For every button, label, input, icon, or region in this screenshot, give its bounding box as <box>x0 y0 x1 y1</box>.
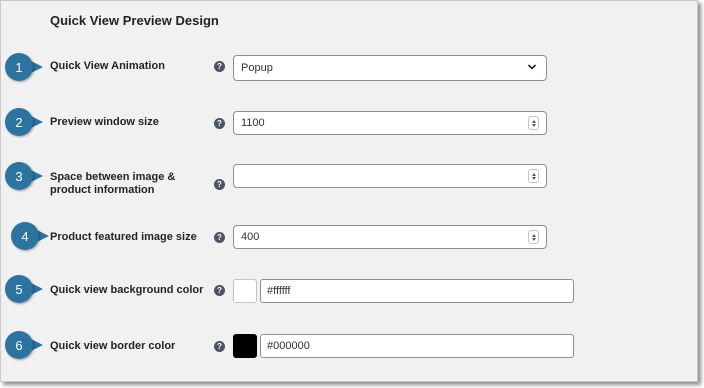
row-space-between: 3 Space between image & product informat… <box>1 162 699 200</box>
field-label: Product featured image size <box>50 231 197 243</box>
animation-select[interactable]: Popup <box>233 55 547 81</box>
step-number: 5 <box>5 275 33 303</box>
help-icon[interactable]: ? <box>214 179 225 190</box>
step-number: 4 <box>11 222 39 250</box>
spinner-down-icon <box>531 237 536 241</box>
field-label: Quick view border color <box>50 340 176 352</box>
help-icon[interactable]: ? <box>214 118 225 129</box>
background-color-input[interactable]: #ffffff <box>260 279 574 303</box>
help-icon[interactable]: ? <box>214 61 225 72</box>
row-background-color: 5 Quick view background color ? #ffffff <box>1 275 699 305</box>
step-badge-6: 6 <box>5 331 51 359</box>
step-badge-5: 5 <box>5 275 51 303</box>
step-number: 2 <box>5 108 33 136</box>
step-badge-1: 1 <box>5 53 51 81</box>
spinner-up-icon <box>531 172 536 176</box>
number-spinner[interactable] <box>528 169 539 183</box>
border-color-swatch[interactable] <box>233 334 257 358</box>
field-label: Preview window size <box>50 116 159 128</box>
field-label: Space between image & product informatio… <box>50 171 176 196</box>
border-color-input[interactable]: #000000 <box>260 334 574 358</box>
step-number: 1 <box>5 53 33 81</box>
spinner-up-icon <box>531 119 536 123</box>
background-color-swatch[interactable] <box>233 279 257 303</box>
help-icon[interactable]: ? <box>214 232 225 243</box>
chevron-down-icon <box>527 64 537 70</box>
help-icon[interactable]: ? <box>214 285 225 296</box>
row-preview-window-size: 2 Preview window size ? 1100 <box>1 108 699 136</box>
spinner-down-icon <box>531 176 536 180</box>
step-badge-3: 3 <box>5 162 51 190</box>
step-badge-2: 2 <box>5 108 51 136</box>
number-spinner[interactable] <box>528 116 539 130</box>
input-value: #ffffff <box>267 285 291 297</box>
input-value: 1100 <box>241 117 265 129</box>
featured-image-size-input[interactable]: 400 <box>233 225 547 249</box>
preview-window-size-input[interactable]: 1100 <box>233 111 547 135</box>
step-number: 3 <box>5 162 33 190</box>
section-title: Quick View Preview Design <box>50 13 219 28</box>
field-label: Quick view background color <box>50 284 204 296</box>
row-quick-view-animation: 1 Quick View Animation ? Popup <box>1 53 699 81</box>
help-icon[interactable]: ? <box>214 341 225 352</box>
row-border-color: 6 Quick view border color ? #000000 <box>1 331 699 361</box>
row-featured-image-size: 4 Product featured image size ? 400 <box>1 222 699 250</box>
spinner-up-icon <box>531 233 536 237</box>
input-value: #000000 <box>267 340 310 352</box>
input-value: 400 <box>241 231 260 243</box>
number-spinner[interactable] <box>528 230 539 244</box>
select-value: Popup <box>241 62 273 74</box>
field-label: Quick View Animation <box>50 60 165 72</box>
spinner-down-icon <box>531 123 536 127</box>
settings-panel: Quick View Preview Design 1 Quick View A… <box>0 0 698 382</box>
space-between-input[interactable] <box>233 164 547 188</box>
step-number: 6 <box>5 331 33 359</box>
